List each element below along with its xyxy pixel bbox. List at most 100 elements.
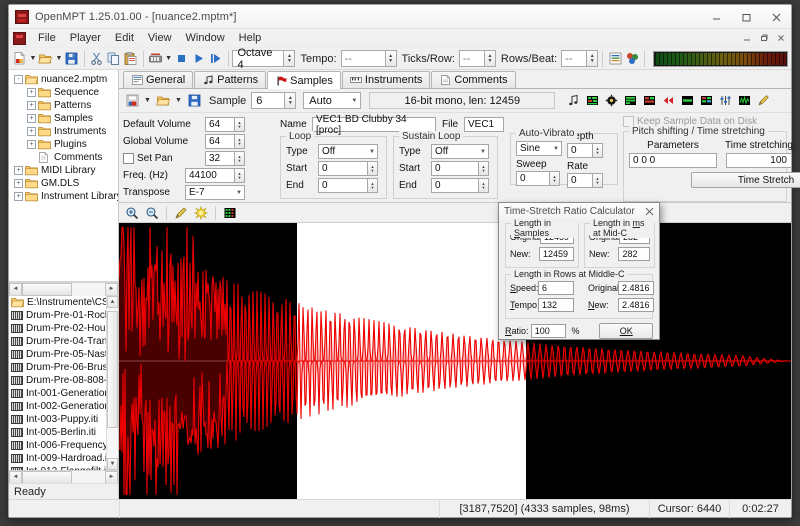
rows-spinner[interactable]: ▲ ▼ — [587, 50, 599, 67]
tree-item[interactable]: + Plugins — [11, 138, 118, 151]
file-vscroll-track[interactable] — [107, 308, 118, 458]
tab-general[interactable]: General — [123, 71, 194, 88]
scroll-down-icon[interactable]: ▼ — [107, 458, 118, 470]
expand-icon[interactable]: + — [14, 166, 23, 175]
tree-item[interactable]: + Sequence — [11, 86, 118, 99]
ticks-spinner[interactable]: ▲ ▼ — [484, 50, 496, 67]
save-as-icon[interactable] — [185, 92, 203, 110]
mix-icon[interactable] — [697, 92, 715, 110]
ok-button[interactable]: OK — [599, 323, 653, 339]
auto-vibrato-type-selector[interactable]: Sine ▼ — [516, 141, 562, 156]
set-pan-checkbox[interactable] — [123, 153, 134, 164]
freq-input[interactable]: 44100 — [185, 168, 235, 183]
freq-spinner[interactable]: ▲ ▼ — [235, 168, 245, 183]
menu-item-edit[interactable]: Edit — [108, 31, 141, 45]
zoom-selector[interactable]: Auto ▼ — [303, 92, 362, 109]
rate-spinner[interactable]: ▲ ▼ — [593, 173, 603, 188]
tree-item[interactable]: - nuance2.mptm — [11, 73, 118, 86]
expand-icon[interactable]: + — [14, 179, 23, 188]
grid-icon[interactable] — [221, 204, 239, 222]
rate-input[interactable]: 0 — [567, 173, 593, 188]
scroll-right-icon[interactable]: ► — [105, 282, 118, 296]
tree-item[interactable]: + Instruments — [11, 125, 118, 138]
pencil-icon[interactable] — [754, 92, 772, 110]
list-item[interactable]: Int-005-Berlin.iti — [9, 426, 106, 439]
loop-type-selector[interactable]: Off ▼ — [318, 144, 378, 159]
open-sample-dropdown-icon[interactable]: ▼ — [174, 92, 183, 110]
loop-end-spinner[interactable]: ▲ ▼ — [368, 178, 378, 193]
expand-icon[interactable]: + — [14, 192, 23, 201]
list-item[interactable]: Int-009-Hardroad.iti — [9, 452, 106, 465]
tree-item[interactable]: + Patterns — [11, 99, 118, 112]
play-icon[interactable] — [191, 50, 207, 68]
scroll-left-icon[interactable]: ◄ — [9, 282, 22, 296]
expand-icon[interactable]: + — [27, 114, 36, 123]
depth-spinner[interactable]: ▲ ▼ — [593, 143, 603, 158]
sweep-input[interactable]: 0 — [516, 171, 550, 186]
loop-start-input[interactable]: 0 — [318, 161, 368, 176]
plugins-icon[interactable] — [624, 50, 640, 68]
default-volume-input[interactable]: 64 — [205, 117, 235, 132]
grid-red-icon[interactable] — [640, 92, 658, 110]
tree-hscroll-track[interactable] — [22, 282, 105, 296]
file-vscroll-thumb[interactable] — [107, 311, 118, 428]
tab-instruments[interactable]: Instruments — [341, 71, 431, 88]
tree-hscroll-thumb[interactable] — [22, 282, 72, 296]
module-tree[interactable]: - nuance2.mptm + Sequence + Patterns + Samples +… — [9, 70, 118, 282]
sustain-start-input[interactable]: 0 — [431, 161, 479, 176]
grid-green-icon[interactable] — [583, 92, 601, 110]
name-input[interactable]: VEC1 BD Clubby 34 [proc] — [312, 114, 436, 136]
loop-start-spinner[interactable]: ▲ ▼ — [368, 161, 378, 176]
tree-hscrollbar[interactable]: ◄ ► — [9, 282, 118, 296]
zoom-out-icon[interactable] — [143, 204, 161, 222]
transpose-selector[interactable]: E-7 ▼ — [185, 185, 245, 200]
file-hscroll-thumb[interactable] — [22, 470, 72, 483]
tab-samples[interactable]: Samples — [267, 71, 341, 89]
samples-new-input[interactable]: 12459 — [539, 247, 574, 261]
menu-item-file[interactable]: File — [31, 31, 63, 45]
rows-per-beat-value[interactable]: -- — [561, 50, 588, 67]
dialog-tempo-input[interactable]: 132 — [538, 298, 574, 312]
expand-icon[interactable]: + — [27, 127, 36, 136]
list-item[interactable]: Int-003-Puppy.iti — [9, 413, 106, 426]
ms-new-input[interactable]: 282 — [618, 247, 650, 261]
file-scroll-right-icon[interactable]: ► — [105, 470, 118, 483]
play-pattern-icon[interactable] — [208, 50, 224, 68]
tree-item[interactable]: + GM.DLS — [11, 177, 118, 190]
waveform-canvas[interactable] — [119, 223, 791, 499]
waveform-display[interactable] — [119, 223, 791, 499]
sustain-end-spinner[interactable]: ▲ ▼ — [479, 178, 489, 193]
rows-new-input[interactable]: 2.4816 — [618, 298, 654, 312]
grid-green2-icon[interactable] — [621, 92, 639, 110]
global-volume-input[interactable]: 64 — [205, 134, 235, 149]
copy-icon[interactable] — [106, 50, 122, 68]
file-list-vscrollbar[interactable]: ▲ ▼ — [106, 296, 118, 470]
list-item[interactable]: Drum-Pre-05-Nasty-Kit.iti — [9, 348, 106, 361]
file-hscroll-track[interactable] — [22, 470, 105, 483]
list-item[interactable]: Drum-Pre-04-Trance-Kit.iti — [9, 335, 106, 348]
bar-icon[interactable] — [678, 92, 696, 110]
speed-input[interactable]: 6 — [538, 281, 574, 295]
tab-patterns[interactable]: Patterns — [194, 71, 267, 88]
save-icon[interactable] — [64, 50, 80, 68]
menu-item-help[interactable]: Help — [232, 31, 269, 45]
new-file-icon[interactable] — [12, 50, 28, 68]
open-folder-dropdown-icon[interactable]: ▼ — [55, 50, 63, 68]
note-icon[interactable] — [564, 92, 582, 110]
wave-icon[interactable] — [735, 92, 753, 110]
file-input[interactable]: VEC1 — [464, 117, 504, 132]
sample-number-input[interactable]: 6 — [251, 92, 286, 109]
paste-icon[interactable] — [123, 50, 139, 68]
list-item[interactable]: Drum-Pre-01-Rock-Kit.iti — [9, 309, 106, 322]
restore-doc-icon[interactable] — [755, 30, 772, 46]
ticks-per-row-value[interactable]: -- — [458, 50, 485, 67]
scroll-up-icon[interactable]: ▲ — [107, 296, 118, 308]
tab-comments[interactable]: Comments — [431, 71, 516, 88]
menu-item-window[interactable]: Window — [179, 31, 232, 45]
octave-spinner[interactable]: ▲ ▼ — [284, 50, 296, 67]
sun-icon[interactable] — [192, 204, 210, 222]
list-item[interactable]: Int-001-Generation.iti — [9, 387, 106, 400]
tempo-value[interactable]: -- — [340, 50, 386, 67]
expand-icon[interactable]: + — [27, 140, 36, 149]
close-icon[interactable] — [642, 204, 657, 218]
